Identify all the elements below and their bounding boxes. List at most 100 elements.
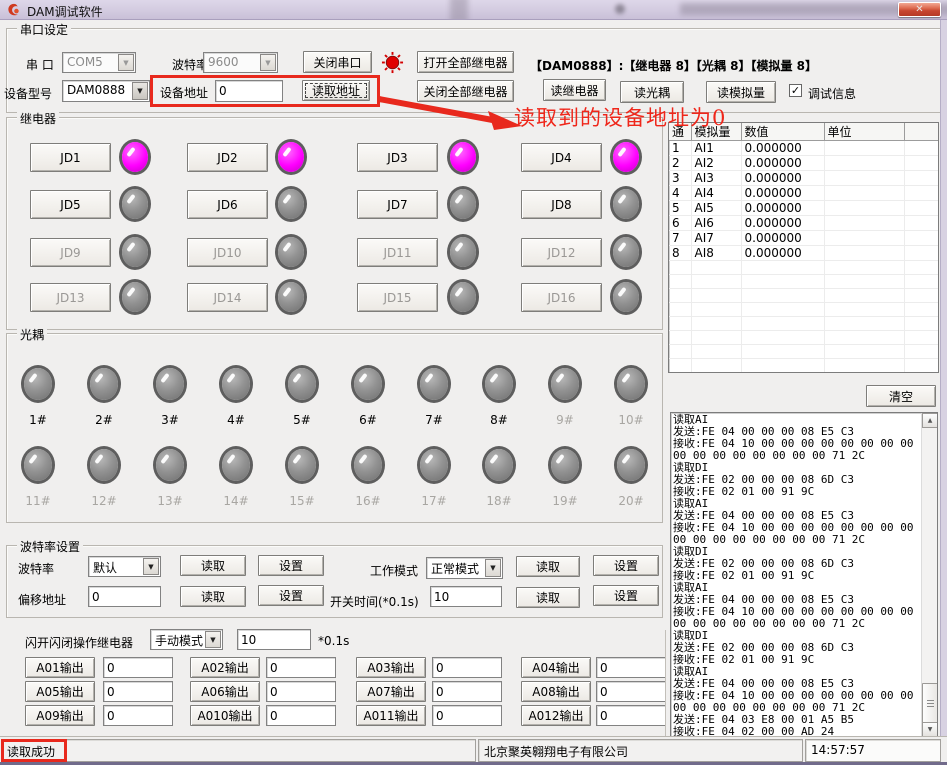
output-button-a01[interactable]: A01输出 — [25, 657, 95, 678]
open-all-relays-button[interactable]: 打开全部继电器 — [417, 51, 514, 73]
relay-button-jd2[interactable]: JD2 — [187, 143, 268, 172]
relay-button-jd13[interactable]: JD13 — [30, 283, 111, 312]
baud-value: 9600 — [208, 55, 239, 69]
relay-button-jd14[interactable]: JD14 — [187, 283, 268, 312]
set-work-mode-button[interactable]: 设置 — [593, 555, 659, 576]
scrollbar-thumb[interactable] — [922, 683, 938, 727]
table-row: 3AI30.000000 — [669, 171, 939, 186]
relay-led-jd6 — [278, 189, 304, 219]
cell-name: AI1 — [691, 141, 741, 156]
port-select[interactable]: COM5 ▼ — [62, 52, 136, 73]
output-button-a09[interactable]: A09输出 — [25, 705, 95, 726]
relay-button-jd3[interactable]: JD3 — [357, 143, 438, 172]
scroll-down-icon[interactable]: ▼ — [922, 722, 938, 737]
offset-address-input[interactable] — [88, 586, 161, 607]
titlebar-glass-blur — [615, 4, 625, 14]
opto-label-14: 14# — [214, 494, 258, 508]
cell-ch: 5 — [669, 201, 691, 216]
relay-button-jd16[interactable]: JD16 — [521, 283, 602, 312]
output-button-a010[interactable]: A010输出 — [190, 705, 260, 726]
output-button-a06[interactable]: A06输出 — [190, 681, 260, 702]
work-mode-value: 正常模式 — [431, 560, 479, 577]
output-button-a02[interactable]: A02输出 — [190, 657, 260, 678]
output-input-a02[interactable] — [266, 657, 336, 678]
chevron-down-icon: ▼ — [205, 631, 221, 648]
set-offset-button[interactable]: 设置 — [258, 585, 324, 606]
output-input-a012[interactable] — [596, 705, 666, 726]
opto-label-2: 2# — [82, 413, 126, 427]
annotation-highlight-box — [150, 75, 380, 107]
debug-log[interactable]: 读取AI发送:FE 04 00 00 00 08 E5 C3接收:FE 04 1… — [670, 412, 938, 738]
set-switch-time-button[interactable]: 设置 — [593, 585, 659, 606]
opto-led-1 — [24, 368, 52, 400]
read-opto-button[interactable]: 读光耦 — [620, 81, 684, 103]
output-button-a012[interactable]: A012输出 — [521, 705, 591, 726]
read-analog-button[interactable]: 读模拟量 — [706, 81, 776, 103]
output-input-a06[interactable] — [266, 681, 336, 702]
titlebar-glass-blur — [450, 0, 468, 20]
status-time-panel: 14:57:57 — [805, 739, 941, 762]
output-input-a011[interactable] — [432, 705, 502, 726]
output-input-a09[interactable] — [103, 705, 173, 726]
set-baud-button[interactable]: 设置 — [258, 555, 324, 576]
work-mode-select[interactable]: 正常模式 ▼ — [426, 557, 503, 579]
output-input-a05[interactable] — [103, 681, 173, 702]
relay-button-jd8[interactable]: JD8 — [521, 190, 602, 219]
output-input-a07[interactable] — [432, 681, 502, 702]
col-header-value[interactable]: 数值 — [741, 123, 824, 141]
output-button-a04[interactable]: A04输出 — [521, 657, 591, 678]
relay-button-jd10[interactable]: JD10 — [187, 238, 268, 267]
output-button-a05[interactable]: A05输出 — [25, 681, 95, 702]
serial-group-title: 串口设定 — [17, 21, 71, 38]
scroll-up-icon[interactable]: ▲ — [922, 413, 938, 428]
relay-button-jd1[interactable]: JD1 — [30, 143, 111, 172]
output-input-a010[interactable] — [266, 705, 336, 726]
cell-ch: 7 — [669, 231, 691, 246]
relay-led-jd1 — [122, 142, 148, 172]
read-offset-button[interactable]: 读取 — [180, 586, 246, 607]
opto-label-9: 9# — [543, 413, 587, 427]
relay-button-jd15[interactable]: JD15 — [357, 283, 438, 312]
relay-button-jd7[interactable]: JD7 — [357, 190, 438, 219]
clear-log-button[interactable]: 清空 — [866, 385, 936, 407]
relay-button-jd11[interactable]: JD11 — [357, 238, 438, 267]
baudrate-select[interactable]: 默认 ▼ — [88, 556, 161, 577]
output-button-a03[interactable]: A03输出 — [356, 657, 426, 678]
opto-led-2 — [90, 368, 118, 400]
opto-led-17 — [420, 449, 448, 481]
relay-button-jd9[interactable]: JD9 — [30, 238, 111, 267]
output-button-a08[interactable]: A08输出 — [521, 681, 591, 702]
cell-name: AI4 — [691, 186, 741, 201]
device-model-select[interactable]: DAM0888 ▼ — [62, 80, 150, 102]
output-button-a07[interactable]: A07输出 — [356, 681, 426, 702]
output-input-a08[interactable] — [596, 681, 666, 702]
flash-mode-select[interactable]: 手动模式 ▼ — [150, 629, 223, 650]
close-serial-button[interactable]: 关闭串口 — [303, 51, 372, 73]
read-switch-time-button[interactable]: 读取 — [516, 587, 580, 608]
col-header-unit[interactable]: 单位 — [824, 123, 904, 141]
output-button-a011[interactable]: A011输出 — [356, 705, 426, 726]
output-input-a01[interactable] — [103, 657, 173, 678]
log-scrollbar[interactable]: ▲ ▼ — [921, 413, 937, 737]
relay-button-jd6[interactable]: JD6 — [187, 190, 268, 219]
cell-name: AI6 — [691, 216, 741, 231]
cell-ch: 1 — [669, 141, 691, 156]
opto-label-18: 18# — [477, 494, 521, 508]
close-button[interactable]: ✕ — [898, 2, 941, 17]
switch-time-input[interactable] — [430, 586, 502, 607]
output-input-a04[interactable] — [596, 657, 666, 678]
relay-led-jd11 — [450, 237, 476, 267]
flash-time-input[interactable] — [237, 629, 311, 650]
read-work-mode-button[interactable]: 读取 — [516, 556, 580, 577]
opto-label-7: 7# — [412, 413, 456, 427]
read-baud-button[interactable]: 读取 — [180, 555, 246, 576]
relay-button-jd4[interactable]: JD4 — [521, 143, 602, 172]
debug-info-checkbox[interactable]: ✓ — [789, 84, 802, 97]
annotation-arrow — [376, 92, 528, 134]
relay-button-jd12[interactable]: JD12 — [521, 238, 602, 267]
window-title: DAM调试软件 — [27, 3, 103, 20]
relay-button-jd5[interactable]: JD5 — [30, 190, 111, 219]
output-input-a03[interactable] — [432, 657, 502, 678]
baud-select[interactable]: 9600 ▼ — [203, 52, 278, 73]
read-relays-button[interactable]: 读继电器 — [543, 79, 606, 101]
